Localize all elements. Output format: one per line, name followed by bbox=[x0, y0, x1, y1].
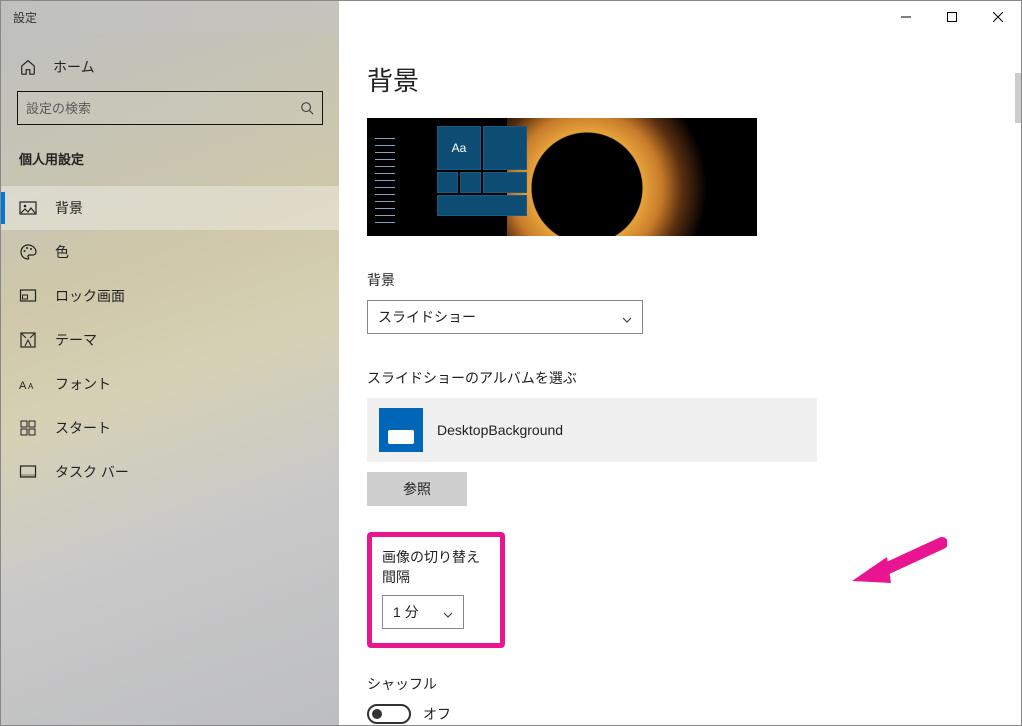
folder-icon bbox=[379, 408, 423, 452]
lockscreen-icon bbox=[19, 287, 37, 305]
home-icon bbox=[19, 58, 37, 76]
sidebar-item-themes[interactable]: テーマ bbox=[1, 318, 339, 362]
interval-dropdown[interactable]: 1 分 bbox=[382, 595, 464, 629]
preview-accent: Aa bbox=[437, 126, 481, 170]
album-label: スライドショーのアルバムを選ぶ bbox=[367, 368, 827, 388]
sidebar-section-title: 個人用設定 bbox=[1, 149, 339, 186]
background-type-label: 背景 bbox=[367, 270, 827, 290]
theme-icon bbox=[19, 331, 37, 349]
start-icon bbox=[19, 419, 37, 437]
album-name: DesktopBackground bbox=[437, 422, 563, 438]
search-field[interactable] bbox=[26, 101, 300, 116]
sidebar-item-fonts[interactable]: AA フォント bbox=[1, 362, 339, 406]
titlebar: 設定 bbox=[1, 1, 1021, 33]
sidebar-item-lockscreen[interactable]: ロック画面 bbox=[1, 274, 339, 318]
sidebar-item-colors[interactable]: 色 bbox=[1, 230, 339, 274]
background-type-dropdown[interactable]: スライドショー bbox=[367, 300, 643, 334]
dropdown-value: スライドショー bbox=[378, 307, 476, 327]
chevron-down-icon bbox=[443, 607, 453, 617]
content-area: 背景 Aa 背景 スライドショー bbox=[339, 33, 1021, 725]
interval-label: 画像の切り替え間隔 bbox=[382, 547, 490, 587]
sidebar-item-label: 色 bbox=[55, 242, 69, 262]
close-button[interactable] bbox=[975, 1, 1021, 33]
search-icon bbox=[300, 101, 314, 115]
annotation-arrow bbox=[847, 533, 947, 598]
font-icon: AA bbox=[19, 375, 37, 393]
sidebar-item-label: ロック画面 bbox=[55, 286, 125, 306]
shuffle-toggle[interactable] bbox=[367, 704, 411, 724]
sidebar-item-label: 背景 bbox=[55, 198, 83, 218]
taskbar-icon bbox=[19, 463, 37, 481]
background-preview: Aa bbox=[367, 118, 757, 236]
chevron-down-icon bbox=[622, 312, 632, 322]
window-title: 設定 bbox=[1, 1, 339, 33]
annotation-highlight: 画像の切り替え間隔 1 分 bbox=[367, 532, 505, 648]
scrollbar[interactable] bbox=[1015, 73, 1021, 123]
sidebar-item-label: タスク バー bbox=[55, 462, 129, 482]
sidebar: ホーム 個人用設定 背景 色 ロック画面 bbox=[1, 33, 339, 725]
search-input[interactable] bbox=[17, 91, 323, 125]
shuffle-label: シャッフル bbox=[367, 674, 1021, 694]
sidebar-item-taskbar[interactable]: タスク バー bbox=[1, 450, 339, 494]
dropdown-value: 1 分 bbox=[393, 602, 419, 622]
minimize-button[interactable] bbox=[883, 1, 929, 33]
picture-icon bbox=[19, 199, 37, 217]
svg-text:A: A bbox=[19, 380, 27, 392]
sidebar-item-label: スタート bbox=[55, 418, 111, 438]
preview-overlay: Aa bbox=[375, 126, 555, 228]
album-row[interactable]: DesktopBackground bbox=[367, 398, 817, 462]
page-title: 背景 bbox=[367, 61, 1021, 98]
home-label: ホーム bbox=[53, 57, 95, 77]
browse-button[interactable]: 参照 bbox=[367, 472, 467, 506]
sidebar-nav: 背景 色 ロック画面 テーマ AA フォント bbox=[1, 186, 339, 494]
maximize-button[interactable] bbox=[929, 1, 975, 33]
sidebar-item-start[interactable]: スタート bbox=[1, 406, 339, 450]
sidebar-item-label: フォント bbox=[55, 374, 111, 394]
shuffle-state: オフ bbox=[423, 704, 451, 724]
palette-icon bbox=[19, 243, 37, 261]
home-link[interactable]: ホーム bbox=[1, 47, 339, 91]
svg-text:A: A bbox=[28, 382, 34, 391]
sidebar-item-background[interactable]: 背景 bbox=[1, 186, 339, 230]
sidebar-item-label: テーマ bbox=[55, 330, 97, 350]
